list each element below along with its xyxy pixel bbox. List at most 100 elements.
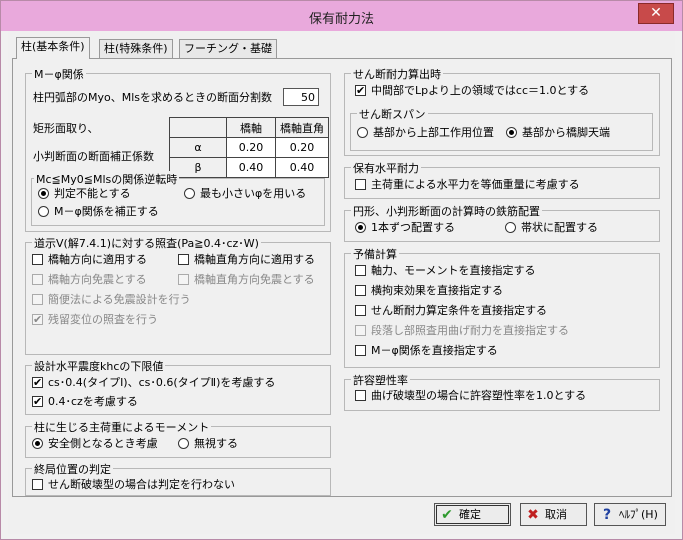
table-header-row: 橋軸 橋軸直角 [169,117,329,138]
dialog-client: 柱(基本条件) 柱(特殊条件) フーチング・基礎 M－φ関係 柱円弧部のMyo、… [8,31,675,534]
radio-label: 判定不能とする [54,187,131,200]
table-header-transverse: 橋軸直角 [275,117,329,138]
radio-band[interactable]: 帯状に配置する [505,220,598,235]
divide-count-input[interactable]: 50 [283,88,319,106]
checkbox [355,345,366,356]
check-transverse-isolation[interactable]: 橋軸直角方向免震とする [178,272,315,287]
radio-safe-side[interactable]: 安全側となるとき考慮 [32,436,158,451]
checkbox [355,83,366,98]
help-button[interactable]: ? ﾍﾙﾌﾟ(H) [594,503,666,526]
check-cutoff-direct[interactable]: 段落し部照査用曲げ耐力を直接指定する [355,323,569,338]
radio-ignore[interactable]: 無視する [178,436,238,451]
radio-dot [38,206,49,217]
checkbox-label: 0.4･czを考慮する [48,395,138,408]
check-equiv-weight[interactable]: 主荷重による水平力を等価重量に考慮する [355,177,580,192]
group-shear-capacity: せん断耐力算出時 中間部でLpより上の領域ではcc＝1.0とする せん断スパン … [344,66,660,156]
radio-dot [355,222,366,233]
radio-label: 安全側となるとき考慮 [48,437,158,450]
checkbox-label: 軸力、モーメントを直接指定する [371,264,536,277]
title-bar[interactable]: 保有耐力法 ✕ [1,1,682,31]
radio-correct-m-phi[interactable]: M－φ関係を補正する [38,204,159,219]
check-shear-cond-direct[interactable]: せん断耐力算定条件を直接指定する [355,303,547,318]
checkbox-label: M－φ関係を直接指定する [371,344,498,357]
checkbox-label: 曲げ破壊型の場合に許容塑性率を1.0とする [371,389,587,402]
radio-use-min-phi[interactable]: 最も小さいφを用いる [184,186,306,201]
alpha-axial-cell[interactable]: 0.20 [226,137,276,158]
checkbox-label: 橋軸方向に適用する [48,253,147,266]
check-axial-isolation[interactable]: 橋軸方向免震とする [32,272,147,287]
group-m-phi: M－φ関係 柱円弧部のMyo、Mlsを求めるときの断面分割数 50 矩形面取り、… [25,66,331,232]
group-reverse-legend: Mc≦My0≦Mlsの関係逆転時 [34,171,180,187]
radio-judge-impossible[interactable]: 判定不能とする [38,186,131,201]
tab-column-basic[interactable]: 柱(基本条件) [16,37,90,59]
checkbox-label: 段落し部照査用曲げ耐力を直接指定する [371,324,569,337]
check-axial-moment-direct[interactable]: 軸力、モーメントを直接指定する [355,263,536,278]
group-preliminary-calc: 予備計算 軸力、モーメントを直接指定する 横拘束効果を直接指定する せん断耐力算… [344,246,660,368]
table-row: β 0.40 0.40 [169,157,329,178]
radio-dot [184,188,195,199]
radio-dot [38,188,49,199]
beta-transverse-cell[interactable]: 0.40 [275,157,329,178]
check-shear-no-judge[interactable]: せん断破壊型の場合は判定を行わない [32,477,235,492]
checkbox [355,265,366,276]
group-rebar-layout: 円形、小判形断面の計算時の鉄筋配置 1本ずつ配置する 帯状に配置する [344,203,660,242]
checkbox [32,312,43,327]
checkbox [355,285,366,296]
checkbox [355,305,366,316]
radio-dot [178,438,189,449]
group-shear-span: せん断スパン 基部から上部工作用位置 基部から橋脚天端 [350,106,653,151]
checkbox-label: 横拘束効果を直接指定する [371,284,503,297]
radio-span-pier-top[interactable]: 基部から橋脚天端 [506,125,610,140]
help-icon: ? [602,507,612,523]
checkbox-label: せん断耐力算定条件を直接指定する [371,304,547,317]
group-road-spec-check: 道示Ⅴ(解7.4.1)に対する照査(Pa≧0.4･cz･W) 橋軸方向に適用する… [25,235,331,355]
checkbox [355,390,366,401]
radio-dot [505,222,516,233]
check-cc-one[interactable]: 中間部でLpより上の領域ではcc＝1.0とする [355,83,589,98]
check-axial-apply[interactable]: 橋軸方向に適用する [32,252,147,267]
check-simple-isolation[interactable]: 簡便法による免震設計を行う [32,292,191,307]
checkbox [32,274,43,285]
oval-correction-label: 小判断面の断面補正係数 [33,150,154,163]
group-allowable-ductility: 許容塑性率 曲げ破壊型の場合に許容塑性率を1.0とする [344,372,660,411]
checkbox [178,274,189,285]
cancel-button-label: 取消 [545,508,567,521]
radio-dot [32,438,43,449]
tab-column-special[interactable]: 柱(特殊条件) [99,39,173,58]
radio-label: 帯状に配置する [521,221,598,234]
check-m-phi-direct[interactable]: M－φ関係を直接指定する [355,343,498,358]
checkbox [355,325,366,336]
checkbox [178,254,189,265]
tab-footing[interactable]: フーチング・基礎 [179,39,277,58]
check-ductility-one[interactable]: 曲げ破壊型の場合に許容塑性率を1.0とする [355,388,586,403]
divide-count-label: 柱円弧部のMyo、Mlsを求めるときの断面分割数 [33,91,273,104]
cancel-button[interactable]: ✖ 取消 [520,503,587,526]
check-residual-disp[interactable]: 残留変位の照査を行う [32,312,158,327]
tab-panel: M－φ関係 柱円弧部のMyo、Mlsを求めるときの断面分割数 50 矩形面取り、… [12,58,672,497]
help-button-label: ﾍﾙﾌﾟ(H) [619,508,658,521]
check-cs-type[interactable]: cs･0.4(タイプⅠ)、cs･0.6(タイプⅡ)を考慮する [32,375,275,390]
group-shear-legend: せん断耐力算出時 [351,66,443,82]
check-icon: ✔ [441,507,453,523]
radio-span-superstructure[interactable]: 基部から上部工作用位置 [357,125,494,140]
checkbox-label: cs･0.4(タイプⅠ)、cs･0.6(タイプⅡ)を考慮する [48,376,276,389]
radio-label: M－φ関係を補正する [54,205,159,218]
group-prelim-legend: 予備計算 [351,246,399,262]
radio-label: 最も小さいφを用いる [200,187,307,200]
check-confinement-direct[interactable]: 横拘束効果を直接指定する [355,283,503,298]
radio-one-by-one[interactable]: 1本ずつ配置する [355,220,455,235]
ok-button[interactable]: ✔ 確定 [434,503,511,526]
close-x-icon: ✖ [527,507,539,523]
radio-label: 無視する [194,437,238,450]
checkbox [32,375,43,390]
check-transverse-apply[interactable]: 橋軸直角方向に適用する [178,252,315,267]
rect-chamfer-label: 矩形面取り、 [33,122,99,135]
close-button[interactable]: ✕ [638,3,674,24]
checkbox-label: 橋軸方向免震とする [48,273,147,286]
beta-axial-cell[interactable]: 0.40 [226,157,276,178]
window-title: 保有耐力法 [308,12,374,27]
alpha-transverse-cell[interactable]: 0.20 [275,137,329,158]
group-road-spec-legend: 道示Ⅴ(解7.4.1)に対する照査(Pa≧0.4･cz･W) [32,235,261,251]
check-cz[interactable]: 0.4･czを考慮する [32,394,138,409]
radio-label: 基部から橋脚天端 [522,126,610,139]
